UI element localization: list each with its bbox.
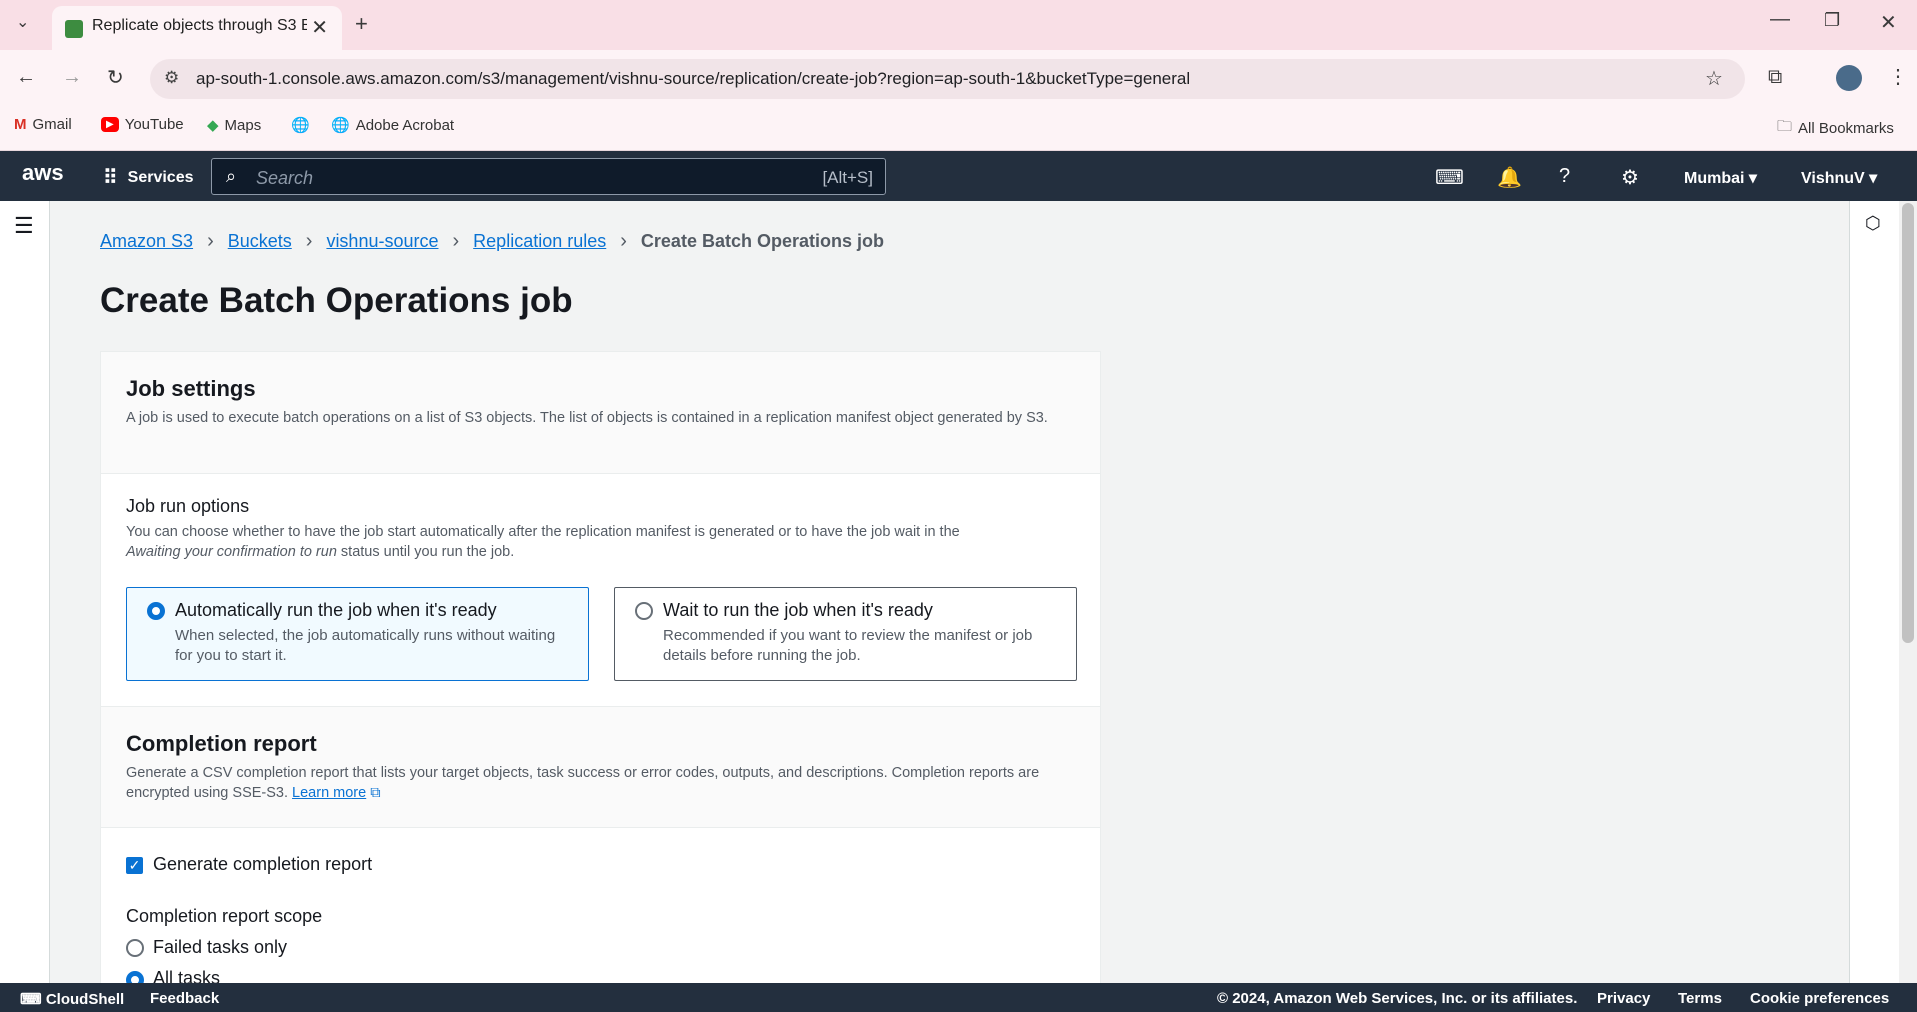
extensions-icon[interactable]: ⧉ [1768, 66, 1782, 89]
breadcrumb-bucket[interactable]: vishnu-source [326, 231, 438, 252]
wait-run-option[interactable]: Wait to run the job when it's ready Reco… [614, 587, 1077, 681]
learn-more-link[interactable]: Learn more [292, 785, 366, 801]
wait-run-radio[interactable] [635, 602, 653, 620]
main-content: ☰ ⬡ Amazon S3 › Buckets › vishnu-source … [0, 201, 1917, 991]
bookmark-gmail[interactable]: M Gmail [14, 116, 72, 133]
account-menu[interactable]: VishnuV ▾ [1801, 168, 1877, 188]
new-tab-icon[interactable]: + [355, 11, 368, 37]
bookmark-star-icon[interactable]: ☆ [1705, 66, 1723, 91]
bookmark-maps[interactable]: ◆ Maps [207, 116, 261, 135]
cloudshell-icon[interactable]: ⌨ [1435, 165, 1464, 190]
failed-tasks-label: Failed tasks only [153, 937, 288, 957]
globe-icon: 🌐 [331, 117, 350, 134]
bookmark-adobe-acrobat[interactable]: 🌐 Adobe Acrobat [331, 116, 454, 135]
cloudshell-button[interactable]: ⌨ CloudShell [20, 990, 124, 1008]
privacy-link[interactable]: Privacy [1597, 990, 1650, 1007]
completion-report-description: Generate a CSV completion report that li… [126, 765, 1040, 801]
auto-run-radio[interactable] [147, 602, 165, 620]
wait-run-description: Recommended if you want to review the ma… [663, 627, 1033, 664]
report-scope-label: Completion report scope [126, 906, 323, 926]
youtube-icon: ▶ [101, 117, 119, 132]
job-run-options-label: Job run options [126, 496, 250, 516]
job-settings-title: Job settings [126, 376, 256, 401]
browser-tab[interactable]: Replicate objects through S3 Ba ✕ [52, 6, 342, 50]
back-icon[interactable]: ← [16, 66, 36, 89]
close-tab-icon[interactable]: ✕ [311, 15, 328, 40]
info-panel-icon[interactable]: ⬡ [1865, 213, 1881, 234]
close-window-icon[interactable]: ✕ [1880, 10, 1897, 35]
cookie-preferences-link[interactable]: Cookie preferences [1750, 990, 1889, 1007]
folder-icon: 🗀 [1777, 118, 1793, 135]
auto-run-option[interactable]: Automatically run the job when it's read… [126, 587, 589, 681]
search-shortcut: [Alt+S] [822, 168, 873, 187]
chevron-right-icon: › [620, 230, 627, 252]
breadcrumb-amazon-s3[interactable]: Amazon S3 [100, 231, 193, 252]
job-form-card: Job settings A job is used to execute ba… [100, 351, 1101, 991]
completion-report-header: Completion report Generate a CSV complet… [101, 706, 1100, 828]
maps-icon: ◆ [207, 117, 219, 134]
url-text: ap-south-1.console.aws.amazon.com/s3/man… [196, 69, 1191, 88]
scrollbar-thumb[interactable] [1902, 203, 1914, 643]
job-settings-header: Job settings A job is used to execute ba… [101, 352, 1100, 474]
search-icon: ⌕ [226, 166, 237, 186]
globe-icon: 🌐 [291, 117, 310, 134]
failed-tasks-radio[interactable] [126, 939, 144, 957]
reload-icon[interactable]: ↻ [107, 65, 124, 90]
chrome-menu-icon[interactable]: ⋮ [1888, 64, 1908, 89]
breadcrumb: Amazon S3 › Buckets › vishnu-source › Re… [100, 230, 884, 253]
region-selector[interactable]: Mumbai ▾ [1684, 168, 1757, 188]
minimize-icon[interactable]: — [1770, 8, 1790, 31]
side-nav-rail: ☰ [0, 201, 50, 983]
bookmark-globe[interactable]: 🌐 [291, 116, 310, 134]
auto-run-title: Automatically run the job when it's read… [175, 600, 497, 620]
feedback-link[interactable]: Feedback [150, 990, 219, 1007]
chevron-right-icon: › [305, 230, 313, 252]
tab-title: Replicate objects through S3 Ba [92, 17, 307, 34]
generate-report-checkbox[interactable]: ✓ [126, 857, 143, 874]
browser-nav-bar: ← → ↻ ⚙ ap-south-1.console.aws.amazon.co… [0, 50, 1917, 108]
chevron-right-icon: › [452, 230, 460, 252]
settings-icon[interactable]: ⚙ [1621, 165, 1639, 190]
copyright-text: © 2024, Amazon Web Services, Inc. or its… [1217, 990, 1578, 1007]
job-run-options-description: You can choose whether to have the job s… [126, 524, 960, 560]
chevron-right-icon: › [207, 230, 214, 252]
all-bookmarks[interactable]: 🗀 All Bookmarks [1777, 116, 1894, 141]
profile-avatar[interactable] [1836, 65, 1862, 91]
bookmarks-bar [0, 108, 1917, 151]
terms-link[interactable]: Terms [1678, 990, 1722, 1007]
gmail-icon: M [14, 116, 27, 133]
site-info-icon[interactable]: ⚙ [164, 68, 179, 88]
job-settings-description: A job is used to execute batch operation… [126, 410, 1048, 426]
tab-search-icon[interactable]: ⌄ [16, 12, 29, 32]
help-icon[interactable]: ? [1559, 165, 1570, 188]
forward-icon[interactable]: → [62, 66, 82, 89]
breadcrumb-replication-rules[interactable]: Replication rules [473, 231, 606, 252]
aws-logo[interactable]: aws [22, 160, 64, 186]
auto-run-description: When selected, the job automatically run… [175, 627, 556, 664]
wait-run-title: Wait to run the job when it's ready [663, 600, 933, 620]
page-title: Create Batch Operations job [100, 281, 573, 320]
right-tools-rail: ⬡ [1849, 201, 1899, 983]
search-placeholder: Search [256, 168, 314, 188]
restore-icon[interactable]: ❐ [1824, 10, 1840, 31]
aws-top-nav: aws ⠿ Services ⌕ Search [Alt+S] ⌨ 🔔 ? ⚙ … [0, 151, 1917, 201]
browser-tab-bar: ⌄ Replicate objects through S3 Ba ✕ + — … [0, 0, 1917, 50]
search-input[interactable]: ⌕ Search [Alt+S] [211, 158, 886, 195]
breadcrumb-current: Create Batch Operations job [640, 231, 884, 251]
external-link-icon: ⧉ [370, 785, 381, 801]
console-footer: ⌨ CloudShell Feedback © 2024, Amazon Web… [0, 983, 1917, 1012]
notifications-icon[interactable]: 🔔 [1497, 165, 1522, 190]
grid-icon: ⠿ [103, 167, 118, 189]
bookmark-youtube[interactable]: ▶ YouTube [101, 116, 184, 133]
completion-report-title: Completion report [126, 731, 317, 756]
hamburger-menu-icon[interactable]: ☰ [14, 213, 34, 239]
s3-favicon-icon [65, 20, 83, 38]
address-bar[interactable]: ⚙ ap-south-1.console.aws.amazon.com/s3/m… [150, 59, 1745, 99]
page-scrollbar[interactable] [1899, 201, 1917, 983]
generate-report-label: Generate completion report [153, 854, 373, 874]
services-menu[interactable]: ⠿ Services [103, 165, 194, 190]
breadcrumb-buckets[interactable]: Buckets [228, 231, 292, 252]
